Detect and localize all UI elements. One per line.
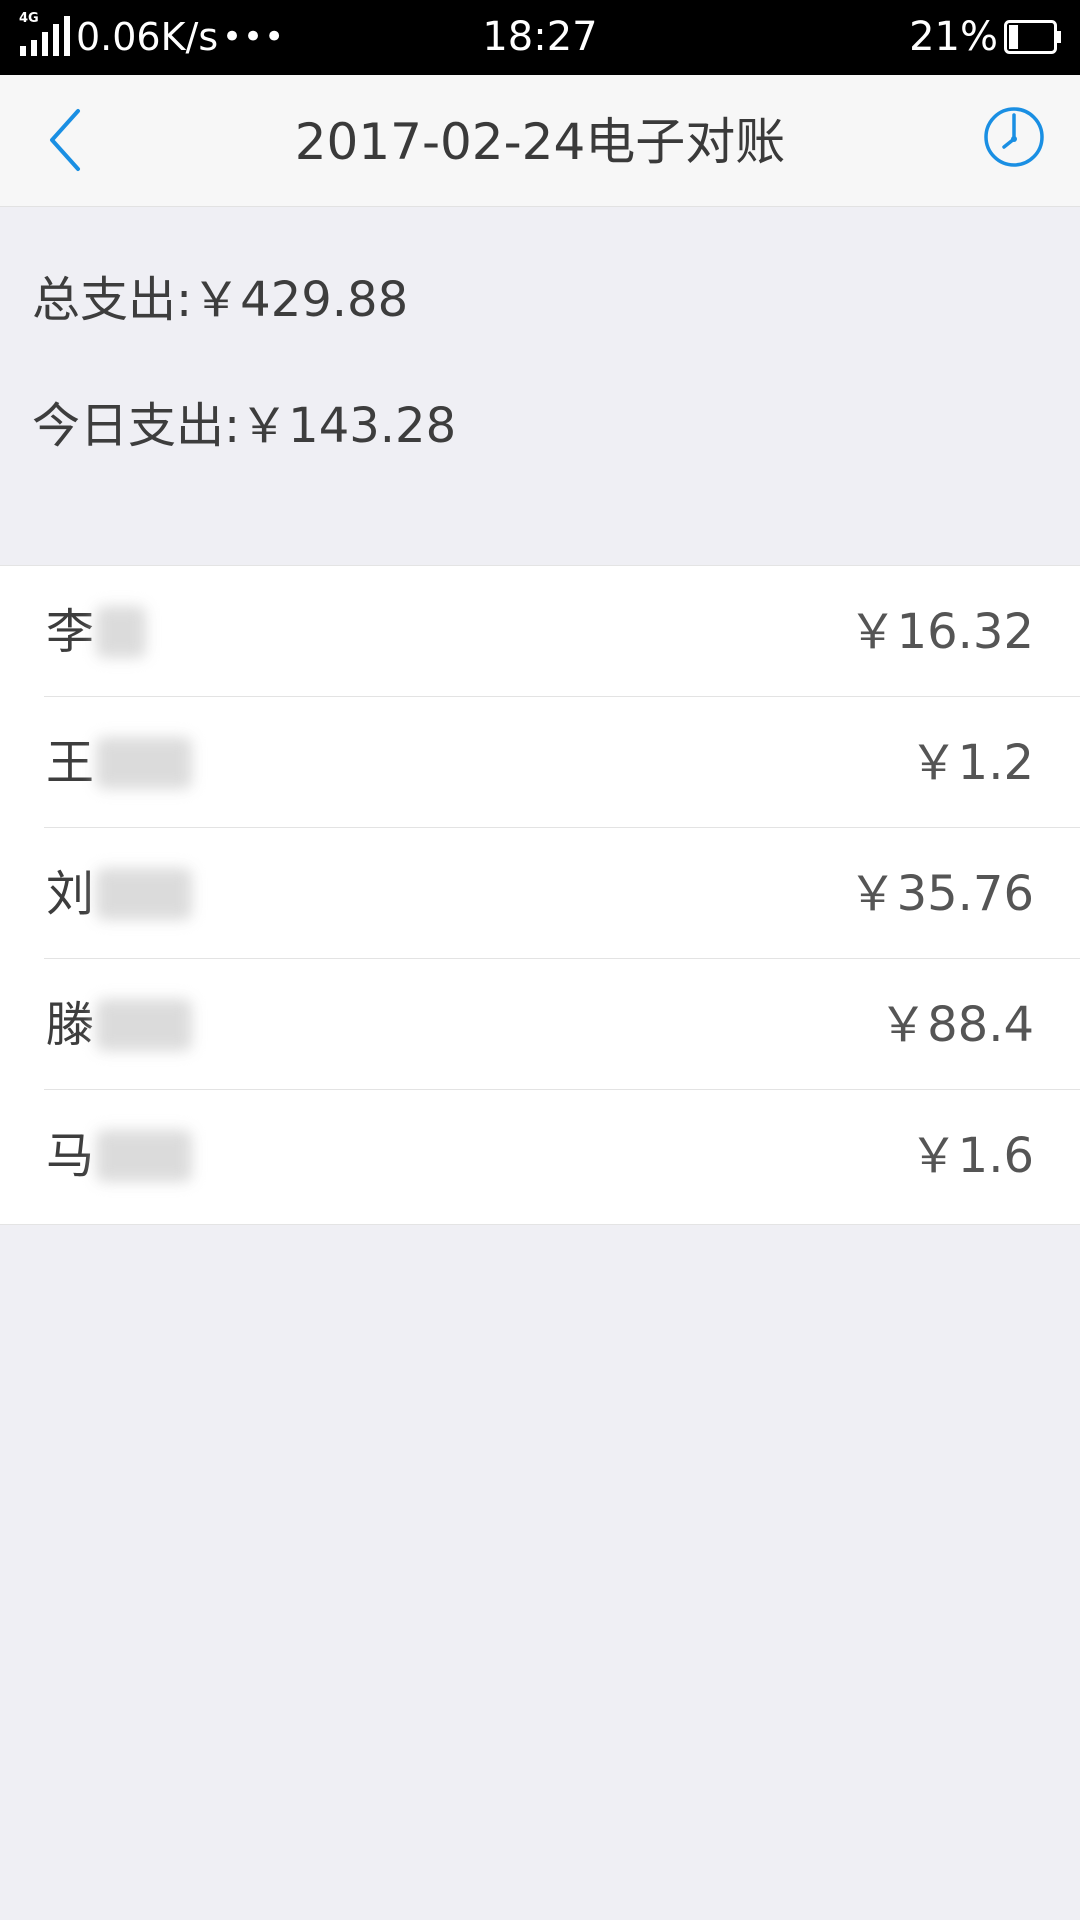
redacted-name-blur	[96, 868, 192, 920]
list-item[interactable]: 王 ￥1.2	[0, 697, 1080, 828]
list-item[interactable]: 滕 ￥88.4	[0, 959, 1080, 1090]
record-name: 马	[46, 1128, 95, 1184]
back-button[interactable]	[40, 105, 94, 175]
today-expense-text: 今日支出:￥143.28	[32, 398, 457, 454]
record-amount: ￥88.4	[879, 997, 1034, 1053]
redacted-name-blur	[96, 737, 192, 789]
navigation-bar: 2017-02-24电子对账	[0, 75, 1080, 207]
status-bar: 4G 0.06K/s ••• 18:27 21%	[0, 0, 1080, 75]
record-amount: ￥1.6	[909, 1128, 1034, 1184]
history-clock-button[interactable]	[982, 105, 1046, 169]
record-name: 王	[46, 735, 95, 791]
page-title: 2017-02-24电子对账	[294, 113, 786, 171]
redacted-name-blur	[96, 1130, 192, 1182]
record-name: 滕	[46, 997, 95, 1053]
record-name: 李	[46, 604, 95, 660]
record-name: 刘	[46, 866, 95, 922]
record-amount: ￥1.2	[909, 735, 1034, 791]
list-item[interactable]: 李 ￥16.32	[0, 566, 1080, 697]
record-amount: ￥35.76	[848, 866, 1034, 922]
expense-summary: 总支出:￥429.88 今日支出:￥143.28	[0, 207, 1080, 565]
list-item[interactable]: 刘 ￥35.76	[0, 828, 1080, 959]
redacted-name-blur	[96, 606, 146, 658]
record-amount: ￥16.32	[848, 604, 1034, 660]
battery-icon	[1004, 20, 1061, 54]
battery-percentage: 21%	[909, 14, 998, 60]
redacted-name-blur	[96, 999, 192, 1051]
list-item[interactable]: 马 ￥1.6	[0, 1090, 1080, 1221]
expense-record-list: 李 ￥16.32 王 ￥1.2 刘 ￥35.76 滕 ￥88.4 马 ￥1.6	[0, 565, 1080, 1225]
total-expense-text: 总支出:￥429.88	[32, 272, 409, 328]
